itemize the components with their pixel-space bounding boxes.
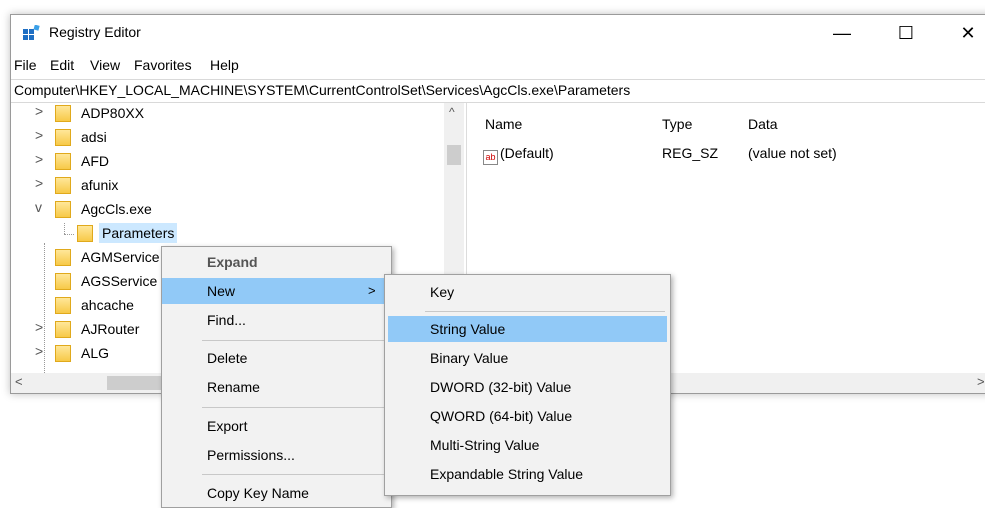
expand-chevron-icon[interactable]: > [35, 151, 49, 167]
tree-item-afd[interactable]: > AFD [11, 151, 441, 175]
tree-item-label: AgcCls.exe [81, 201, 152, 217]
tree-item-adp80xx[interactable]: > ADP80XX [11, 103, 441, 127]
tree-item-label: AGMService [81, 249, 160, 265]
submenu-arrow-icon: > [368, 283, 376, 298]
value-name[interactable]: ab (Default) [483, 145, 554, 165]
tree-item-afunix[interactable]: > afunix [11, 175, 441, 199]
column-header-type[interactable]: Type [662, 116, 692, 132]
menu-item-find[interactable]: Find... [162, 307, 391, 333]
scrollbar-thumb[interactable] [447, 145, 461, 165]
scroll-up-arrow-icon[interactable]: ^ [449, 105, 455, 119]
expand-chevron-icon[interactable]: > [35, 319, 49, 335]
tree-item-label: ahcache [81, 297, 134, 313]
folder-icon [55, 273, 71, 290]
tree-item-label: AFD [81, 153, 109, 169]
expand-chevron-icon[interactable]: > [35, 175, 49, 191]
folder-icon [55, 105, 71, 122]
expand-chevron-icon[interactable]: > [35, 343, 49, 359]
window-title: Registry Editor [49, 24, 141, 40]
menu-separator [202, 340, 388, 341]
column-header-name[interactable]: Name [485, 116, 522, 132]
menu-bar: File Edit View Favorites Help [11, 55, 985, 77]
menu-item-copy-key-name[interactable]: Copy Key Name [162, 480, 391, 506]
folder-icon [55, 129, 71, 146]
address-bar[interactable]: Computer\HKEY_LOCAL_MACHINE\SYSTEM\Curre… [11, 79, 985, 103]
tree-item-label: afunix [81, 177, 119, 193]
tree-item-label: ALG [81, 345, 110, 361]
context-menu: Expand New > Find... Delete Rename Expor… [161, 246, 392, 508]
scroll-left-arrow-icon[interactable]: < [15, 374, 23, 389]
address-path[interactable]: Computer\HKEY_LOCAL_MACHINE\SYSTEM\Curre… [14, 82, 630, 98]
value-type: REG_SZ [662, 145, 719, 161]
folder-icon [55, 177, 71, 194]
submenu-item-string-value[interactable]: String Value [388, 316, 667, 342]
tree-guide-line [64, 223, 65, 234]
title-bar[interactable]: Registry Editor — ☐ ✕ [11, 15, 985, 51]
menu-item-rename[interactable]: Rename [162, 374, 391, 400]
submenu-item-binary-value[interactable]: Binary Value [385, 345, 670, 371]
folder-icon [77, 225, 93, 242]
column-header-data[interactable]: Data [748, 116, 778, 132]
menu-separator [425, 311, 665, 312]
folder-icon [55, 345, 71, 362]
value-name-text: (Default) [500, 145, 554, 161]
menu-favorites[interactable]: Favorites [134, 57, 192, 73]
minimize-button[interactable]: — [819, 15, 865, 51]
submenu-item-expandable-string-value[interactable]: Expandable String Value [385, 461, 670, 487]
registry-editor-icon [23, 25, 40, 40]
menu-separator [202, 474, 388, 475]
menu-item-new[interactable]: New > [162, 278, 391, 304]
tree-item-agccls[interactable]: v AgcCls.exe [11, 199, 441, 223]
menu-item-permissions[interactable]: Permissions... [162, 442, 391, 468]
folder-open-icon [55, 201, 71, 218]
menu-item-delete[interactable]: Delete [162, 345, 391, 371]
string-value-icon: ab [483, 150, 498, 165]
tree-item-parameters[interactable]: Parameters [11, 223, 441, 247]
submenu-item-key[interactable]: Key [385, 279, 670, 305]
submenu-item-dword-value[interactable]: DWORD (32-bit) Value [385, 374, 670, 400]
tree-guide-line [64, 234, 74, 235]
tree-item-label: AGSService [81, 273, 158, 289]
menu-edit[interactable]: Edit [50, 57, 74, 73]
tree-item-adsi[interactable]: > adsi [11, 127, 441, 151]
menu-item-new-label: New [207, 283, 236, 299]
folder-icon [55, 321, 71, 338]
folder-icon [55, 249, 71, 266]
tree-item-label: adsi [81, 129, 107, 145]
tree-item-label: AJRouter [81, 321, 140, 337]
menu-item-expand[interactable]: Expand [162, 249, 391, 275]
menu-separator [202, 407, 388, 408]
value-data: (value not set) [748, 145, 837, 161]
folder-icon [55, 153, 71, 170]
expand-chevron-icon[interactable]: > [35, 127, 49, 143]
menu-file[interactable]: File [14, 57, 37, 73]
tree-item-label-selected: Parameters [99, 223, 178, 243]
submenu-item-multi-string-value[interactable]: Multi-String Value [385, 432, 670, 458]
tree-item-label: ADP80XX [81, 105, 145, 121]
expand-chevron-icon[interactable]: > [35, 103, 49, 119]
submenu-item-qword-value[interactable]: QWORD (64-bit) Value [385, 403, 670, 429]
maximize-button[interactable]: ☐ [883, 15, 929, 51]
menu-item-export[interactable]: Export [162, 413, 391, 439]
collapse-chevron-icon[interactable]: v [35, 199, 49, 215]
new-submenu: Key String Value Binary Value DWORD (32-… [384, 274, 671, 496]
menu-help[interactable]: Help [210, 57, 239, 73]
scroll-right-arrow-icon[interactable]: > [977, 374, 985, 389]
menu-view[interactable]: View [90, 57, 120, 73]
folder-icon [55, 297, 71, 314]
close-button[interactable]: ✕ [945, 15, 985, 51]
